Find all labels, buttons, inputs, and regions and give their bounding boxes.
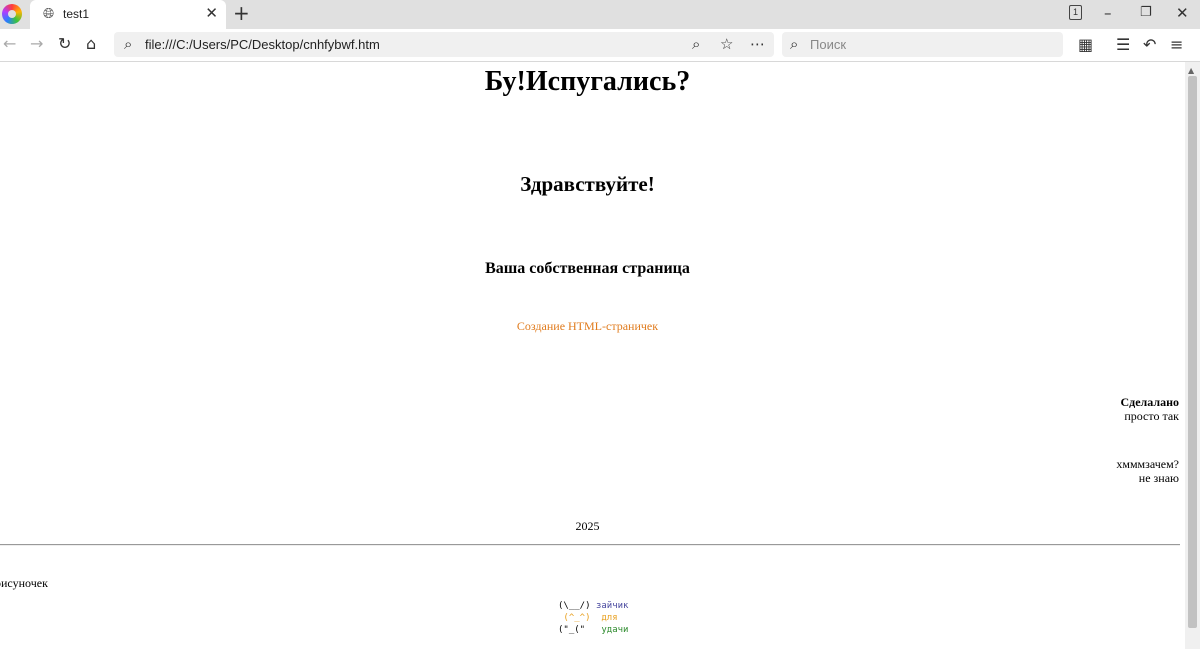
html-link[interactable]: Создание HTML-страничек (0, 319, 1175, 334)
tab-bar: 🌐︎ test1 ✕ + 1 – ❐ ✕ (0, 0, 1200, 29)
address-url[interactable]: file:///C:/Users/PC/Desktop/cnhfybwf.htm (145, 37, 380, 52)
zoom-icon[interactable]: ⌕ (692, 35, 700, 53)
year-text: 2025 (575, 519, 600, 533)
scrollbar-thumb[interactable] (1188, 76, 1197, 628)
reload-icon[interactable]: ↻ (58, 35, 71, 53)
forward-icon[interactable]: → (30, 35, 43, 53)
bookmark-star-icon[interactable]: ☆ (720, 35, 733, 53)
globe-icon: 🌐︎ (43, 6, 55, 22)
grid-icon[interactable]: ▦ (1078, 36, 1093, 54)
side-note-1-text: просто так (1124, 409, 1179, 423)
page-heading-2: Здравствуйте! (520, 172, 655, 196)
pictures-label: рисуночек (0, 576, 48, 590)
bunny-line-3: ("_(" удачи (558, 625, 629, 635)
more-icon[interactable]: ⋯ (750, 35, 765, 53)
bunny-ascii-art: (\__/) зайчик (^_^) для ("_(" удачи (558, 600, 628, 636)
side-note-2-text: не знаю (1138, 471, 1179, 485)
tab-test1[interactable]: 🌐︎ test1 ✕ (30, 0, 226, 29)
page-heading-3: Ваша собственная страница (485, 260, 690, 277)
search-placeholder: Поиск (810, 37, 847, 52)
back-icon[interactable]: ← (3, 35, 16, 53)
menu-icon[interactable]: ≡ (1170, 36, 1183, 54)
tab-title: test1 (63, 7, 90, 21)
search-icon: ⌕ (790, 35, 799, 53)
home-icon[interactable]: ⌂ (86, 35, 96, 53)
navigation-bar: ← → ↻ ⌂ ⌕ file:///C:/Users/PC/Desktop/cn… (0, 29, 1200, 62)
search-icon: ⌕ (124, 35, 133, 53)
restore-icon[interactable]: ❐ (1140, 3, 1152, 23)
scroll-up-icon[interactable]: ▲ (1188, 66, 1194, 75)
page-content: Бу!Испугались? Здравствуйте! Ваша собств… (0, 62, 1185, 649)
history-back-icon[interactable]: ↶ (1143, 36, 1156, 54)
browser-logo-icon[interactable] (2, 4, 22, 24)
horizontal-rule (0, 544, 1180, 546)
bookmarks-list-icon[interactable]: ☰ (1116, 36, 1130, 54)
minimize-icon[interactable]: – (1104, 3, 1112, 23)
new-tab-icon[interactable]: + (233, 2, 250, 24)
close-tab-icon[interactable]: ✕ (205, 5, 218, 21)
window-close-icon[interactable]: ✕ (1176, 3, 1189, 23)
bunny-line-1: (\__/) зайчик (558, 601, 629, 611)
address-bar[interactable]: ⌕ file:///C:/Users/PC/Desktop/cnhfybwf.h… (114, 32, 774, 57)
page-heading-1: Бу!Испугались? (484, 66, 691, 97)
vertical-scrollbar[interactable]: ▲ (1185, 62, 1200, 649)
tab-counter-icon[interactable]: 1 (1069, 5, 1082, 20)
search-box[interactable]: ⌕ Поиск (782, 32, 1063, 57)
side-note-1-title: Сделалано (1120, 395, 1179, 409)
side-note-2-title: хмммзачем? (1116, 457, 1179, 471)
bunny-line-2: (^_^) для (558, 613, 618, 623)
